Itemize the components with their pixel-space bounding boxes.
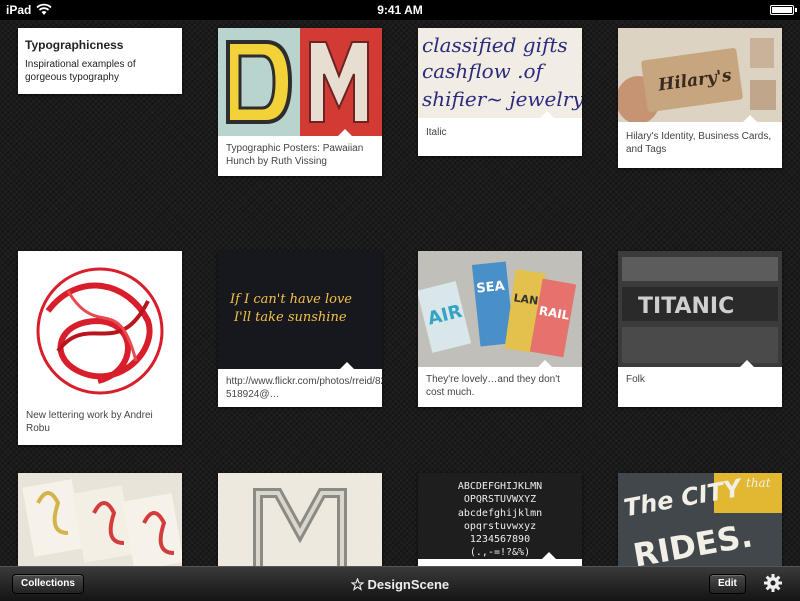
bottom-toolbar: Collections DesignScene Edit <box>0 566 800 601</box>
alphabet-image: ABCDEFGHIJKLMN OPQRSTUVWXYZ abcdefghijkl… <box>418 473 582 559</box>
card-caption: They're lovely…and they don't cost much. <box>426 374 560 398</box>
svg-text:TITANIC: TITANIC <box>638 294 734 319</box>
card-neon[interactable]: If I can't have love I'll take sunshine … <box>218 251 382 407</box>
star-icon <box>350 577 365 591</box>
battery-icon <box>770 5 797 15</box>
tags-image: AIR SEA LAND RAIL <box>418 251 582 367</box>
brand-name: DesignScene <box>367 577 450 593</box>
svg-text:opqrstuvwxyz: opqrstuvwxyz <box>464 521 536 532</box>
card-city-rides[interactable]: The CITY that RIDES. <box>618 473 782 566</box>
svg-text:classified gifts: classified gifts <box>422 33 568 57</box>
hilarys-image: Hilary's <box>618 28 782 122</box>
collection-info-card: Typographicness Inspirational examples o… <box>18 28 182 94</box>
edit-button[interactable]: Edit <box>709 574 746 594</box>
italic-image: classified gifts cashflow .of shifier~ j… <box>418 28 582 118</box>
city-rides-image: The CITY that RIDES. <box>618 473 782 566</box>
card-folk[interactable]: TITANIC Folk <box>618 251 782 407</box>
card-italic[interactable]: classified gifts cashflow .of shifier~ j… <box>418 28 582 156</box>
svg-text:OPQRSTUVWXYZ: OPQRSTUVWXYZ <box>464 494 536 505</box>
svg-text:1234567890: 1234567890 <box>470 534 530 545</box>
card-caption: Hilary's Identity, Business Cards, and T… <box>626 131 772 155</box>
card-m-letter[interactable] <box>218 473 382 566</box>
svg-text:I'll take sunshine: I'll take sunshine <box>233 310 347 325</box>
brand-logo: DesignScene <box>0 576 800 592</box>
ampersand-image <box>18 473 182 566</box>
collection-description: Inspirational examples of gorgeous typog… <box>25 59 136 83</box>
collection-title: Typographicness <box>25 38 124 52</box>
card-lettering[interactable]: New lettering work by Andrei Robu <box>18 251 182 445</box>
card-caption: New lettering work by Andrei Robu <box>26 410 153 434</box>
svg-text:abcdefghijklmn: abcdefghijklmn <box>458 508 542 519</box>
neon-image: If I can't have love I'll take sunshine <box>218 251 382 369</box>
clock: 9:41 AM <box>377 3 423 17</box>
card-caption: http://www.flickr.com/photos/rreid/82848… <box>226 376 382 400</box>
card-ampersand-sheets[interactable] <box>18 473 182 566</box>
svg-text:cashflow .of: cashflow .of <box>422 59 547 83</box>
lettering-image <box>18 251 182 407</box>
svg-text:shifier~ jewelry: shifier~ jewelry <box>422 87 582 111</box>
settings-gear-icon[interactable] <box>763 573 783 593</box>
svg-text:(.,-=!?&%): (.,-=!?&%) <box>470 547 530 558</box>
status-bar: iPad 9:41 AM <box>0 0 800 20</box>
card-tags[interactable]: AIR SEA LAND RAIL They're lovely…and the… <box>418 251 582 407</box>
card-caption: Italic <box>426 127 447 138</box>
folk-image: TITANIC <box>618 251 782 367</box>
m-letter-image <box>218 473 382 566</box>
svg-text:that: that <box>746 476 771 490</box>
svg-text:If I can't have love: If I can't have love <box>229 292 352 307</box>
card-caption: Folk <box>626 374 645 385</box>
card-hilarys[interactable]: Hilary's Hilary's Identity, Business Car… <box>618 28 782 168</box>
svg-text:SEA: SEA <box>476 279 506 297</box>
card-caption: Typographic Posters: Pawaiian Hunch by R… <box>226 143 364 167</box>
card-alphabet[interactable]: ABCDEFGHIJKLMN OPQRSTUVWXYZ abcdefghijkl… <box>418 473 582 566</box>
dm-poster-image <box>218 28 382 136</box>
svg-text:ABCDEFGHIJKLMN: ABCDEFGHIJKLMN <box>458 481 542 492</box>
card-dm-poster[interactable]: Typographic Posters: Pawaiian Hunch by R… <box>218 28 382 176</box>
